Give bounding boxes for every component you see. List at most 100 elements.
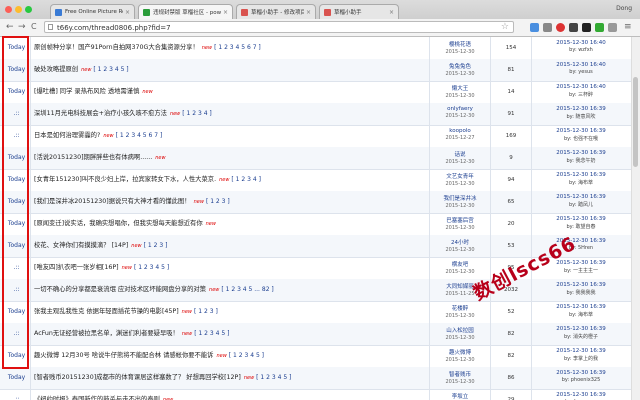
thread-title-link[interactable]: 张我主观乱我性克 依据年轻面插花节操的电影[45P] (34, 308, 179, 315)
back-button[interactable]: ← (6, 22, 14, 32)
page-links[interactable]: [ 1 2 3 4 ] (231, 176, 261, 183)
reload-button[interactable]: C (31, 22, 37, 32)
page-links[interactable]: [ 1 2 3 4 5 6 7 ] (116, 132, 163, 139)
last-post-time[interactable]: 2015-12-30 16:40 (532, 40, 630, 46)
thread-title-link[interactable]: 破处攻略提原创 (34, 66, 78, 73)
thread-title-link[interactable]: 校花、女神你们有摸摸滴？ [14P] (34, 242, 128, 249)
thread-title-link[interactable]: [智者贱币20151230]成都市的体育课居这样塞数了？ 好想再回学校[12P] (34, 374, 241, 381)
thread-title-link[interactable]: [活说20151230]期胖胖些也有体病啊...... (34, 154, 152, 161)
post-day: Today (3, 81, 31, 103)
thread-title-link[interactable]: AcFun无证经营被拉黑名单，渊迷们利者要疑早吸！ (34, 330, 179, 337)
thread-title-link[interactable]: 趣火微博 12月30号 啥说牛仔熊将不能配合林 请感帐你要不能诉 (34, 352, 213, 359)
last-post-time[interactable]: 2015-12-30 16:39 (532, 106, 630, 112)
extension-black-icon[interactable] (582, 23, 591, 32)
thread-title-link[interactable]: 《纽约时报》泰国新作的鼓杀与走不出的泰则 (34, 396, 160, 400)
last-post-time[interactable]: 2015-12-30 16:39 (532, 150, 630, 156)
author-link[interactable]: 横友吧 (430, 260, 490, 268)
close-tab-icon[interactable]: × (306, 9, 311, 16)
tab-forum[interactable]: 违规封禁版 草榴社区 - pow × (138, 4, 233, 19)
author-link[interactable]: 山入松拉园 (430, 326, 490, 334)
thread-title-link[interactable]: 原创帧种分享！国产91Porn自拍网370G大合集资源分享！ (34, 44, 199, 51)
author-link[interactable]: 话说 (430, 150, 490, 158)
profile-name[interactable]: Dong (616, 5, 632, 12)
scrollbar[interactable] (631, 37, 640, 400)
thread-title-link[interactable]: [女青年151230]叫不良少妇上岸，拉宾家转女下水，人性大菜京. (34, 176, 216, 183)
page-links[interactable]: [ 1 2 3 4 5 ... 82 ] (221, 286, 273, 293)
adblock-icon[interactable] (556, 23, 565, 32)
maximize-window-icon[interactable] (25, 6, 32, 13)
thread-title-link[interactable]: [我们是深井冰20151230]据说只有大神才看的懂此图！ (34, 198, 191, 205)
page-links[interactable]: [ 1 2 3 4 5 ] (93, 66, 128, 73)
reply-count: 52 (491, 301, 532, 323)
scrollbar-thumb[interactable] (633, 77, 638, 167)
post-day: Today (3, 37, 31, 59)
last-post-cell: 2015-12-30 16:39 by: phoenix325 (532, 367, 630, 389)
author-cell: 话说 2015-12-30 (430, 147, 491, 169)
last-post-time[interactable]: 2015-12-30 16:39 (532, 194, 630, 200)
close-tab-icon[interactable]: × (223, 9, 228, 16)
thread-title-link[interactable]: 一切不确心的分享都是衰流氓 应对技术区坏能网盘分享的对策 (34, 286, 206, 293)
last-post-time[interactable]: 2015-12-30 16:39 (532, 282, 630, 288)
tab-helper-edit[interactable]: 草榴小助手 - 修改项目 × (236, 4, 316, 19)
last-post-time[interactable]: 2015-12-30 16:39 (532, 128, 630, 134)
author-link[interactable]: 巴塞塞后宫 (430, 216, 490, 224)
author-link[interactable]: 李坂立 (430, 392, 490, 400)
author-link[interactable]: 24小时 (430, 238, 490, 246)
extension-green-icon[interactable] (595, 23, 604, 32)
last-post-time[interactable]: 2015-12-30 16:39 (532, 392, 630, 398)
minimize-window-icon[interactable] (15, 6, 22, 13)
extension-dark-icon[interactable] (569, 23, 578, 32)
page-links[interactable]: [ 1 2 3 4 5 ] (134, 264, 169, 271)
close-tab-icon[interactable]: × (389, 9, 394, 16)
last-post-time[interactable]: 2015-12-30 16:39 (532, 304, 630, 310)
extension-gray-icon[interactable] (543, 23, 552, 32)
author-link[interactable]: 樱桃花语 (430, 40, 490, 48)
page-links[interactable]: [ 1 2 3 ] (206, 198, 230, 205)
page-links[interactable]: [ 1 2 3 4 5 ] (256, 374, 291, 381)
new-badge: new (219, 177, 230, 183)
last-post-time[interactable]: 2015-12-30 16:39 (532, 326, 630, 332)
reply-count: 20 (491, 213, 532, 235)
author-link[interactable]: koopolo (430, 128, 490, 134)
page-links[interactable]: [ 1 2 3 4 5 6 7 ] (214, 44, 261, 51)
last-post-time[interactable]: 2015-12-30 16:39 (532, 348, 630, 354)
tab-picture-resize[interactable]: Free Online Picture Resize × (50, 4, 135, 19)
page-links[interactable]: [ 1 2 3 ] (194, 308, 218, 315)
thread-title-link[interactable]: [唯友四]扒衣吧一张岁相[16P] (34, 264, 119, 271)
last-post-cell: 2015-12-30 16:39 by: 李掌上的我 (532, 345, 630, 367)
author-link[interactable]: 兔兔兔色 (430, 62, 490, 70)
post-day: Today (3, 147, 31, 169)
last-post-time[interactable]: 2015-12-30 16:40 (532, 62, 630, 68)
page-links[interactable]: [ 1 2 3 4 5 ] (194, 330, 229, 337)
thread-title-link[interactable]: 日本是如何治理雾霾的? (34, 132, 100, 139)
author-link[interactable]: 文艺女青年 (430, 172, 490, 180)
table-row: .:: 日本是如何治理雾霾的? new[ 1 2 3 4 5 6 7 ] koopol… (0, 125, 640, 148)
page-links[interactable]: [ 1 2 3 4 5 ] (229, 352, 264, 359)
author-link[interactable]: 智者贱币 (430, 370, 490, 378)
close-tab-icon[interactable]: × (125, 9, 130, 16)
menu-icon[interactable]: ≡ (624, 22, 632, 32)
last-post-author: by: 李掌上的我 (563, 356, 599, 362)
page-links[interactable]: [ 1 2 3 ] (144, 242, 168, 249)
page-links[interactable]: [ 1 2 3 4 ] (182, 110, 212, 117)
author-link[interactable]: 趣火微博 (430, 348, 490, 356)
bookmark-star-icon[interactable]: ☆ (501, 22, 509, 32)
thread-title-link[interactable]: [爆吐槽] 同学 录热布风险 透地需谨慎 (34, 88, 139, 95)
extension-blue-icon[interactable] (530, 23, 539, 32)
thread-title-link[interactable]: [原闻变迁]说实话，我确实想唱你，但我实想每天能想近有你 (34, 220, 203, 227)
forward-button[interactable]: → (18, 22, 26, 32)
author-link[interactable]: 懒大王 (430, 84, 490, 92)
tab-helper[interactable]: 草榴小助手 × (319, 4, 399, 19)
last-post-time[interactable]: 2015-12-30 16:39 (532, 172, 630, 178)
address-bar[interactable]: t66y.com/thread0806.php?fid=7 ☆ (44, 21, 514, 33)
author-link[interactable]: 我们是深井冰 (430, 194, 490, 202)
author-cell: koopolo 2015-12-27 (430, 125, 491, 147)
thread-title-link[interactable]: 深圳11月光电科技展会+治疗小孩久咳不愈方法 (34, 110, 167, 117)
author-link[interactable]: onlyfaery (430, 106, 490, 112)
extension-gray2-icon[interactable] (608, 23, 617, 32)
author-cell: 樱桃花语 2015-12-30 (430, 37, 491, 59)
last-post-time[interactable]: 2015-12-30 16:39 (532, 216, 630, 222)
close-window-icon[interactable] (5, 6, 12, 13)
last-post-time[interactable]: 2015-12-30 16:40 (532, 84, 630, 90)
last-post-time[interactable]: 2015-12-30 16:39 (532, 370, 630, 376)
